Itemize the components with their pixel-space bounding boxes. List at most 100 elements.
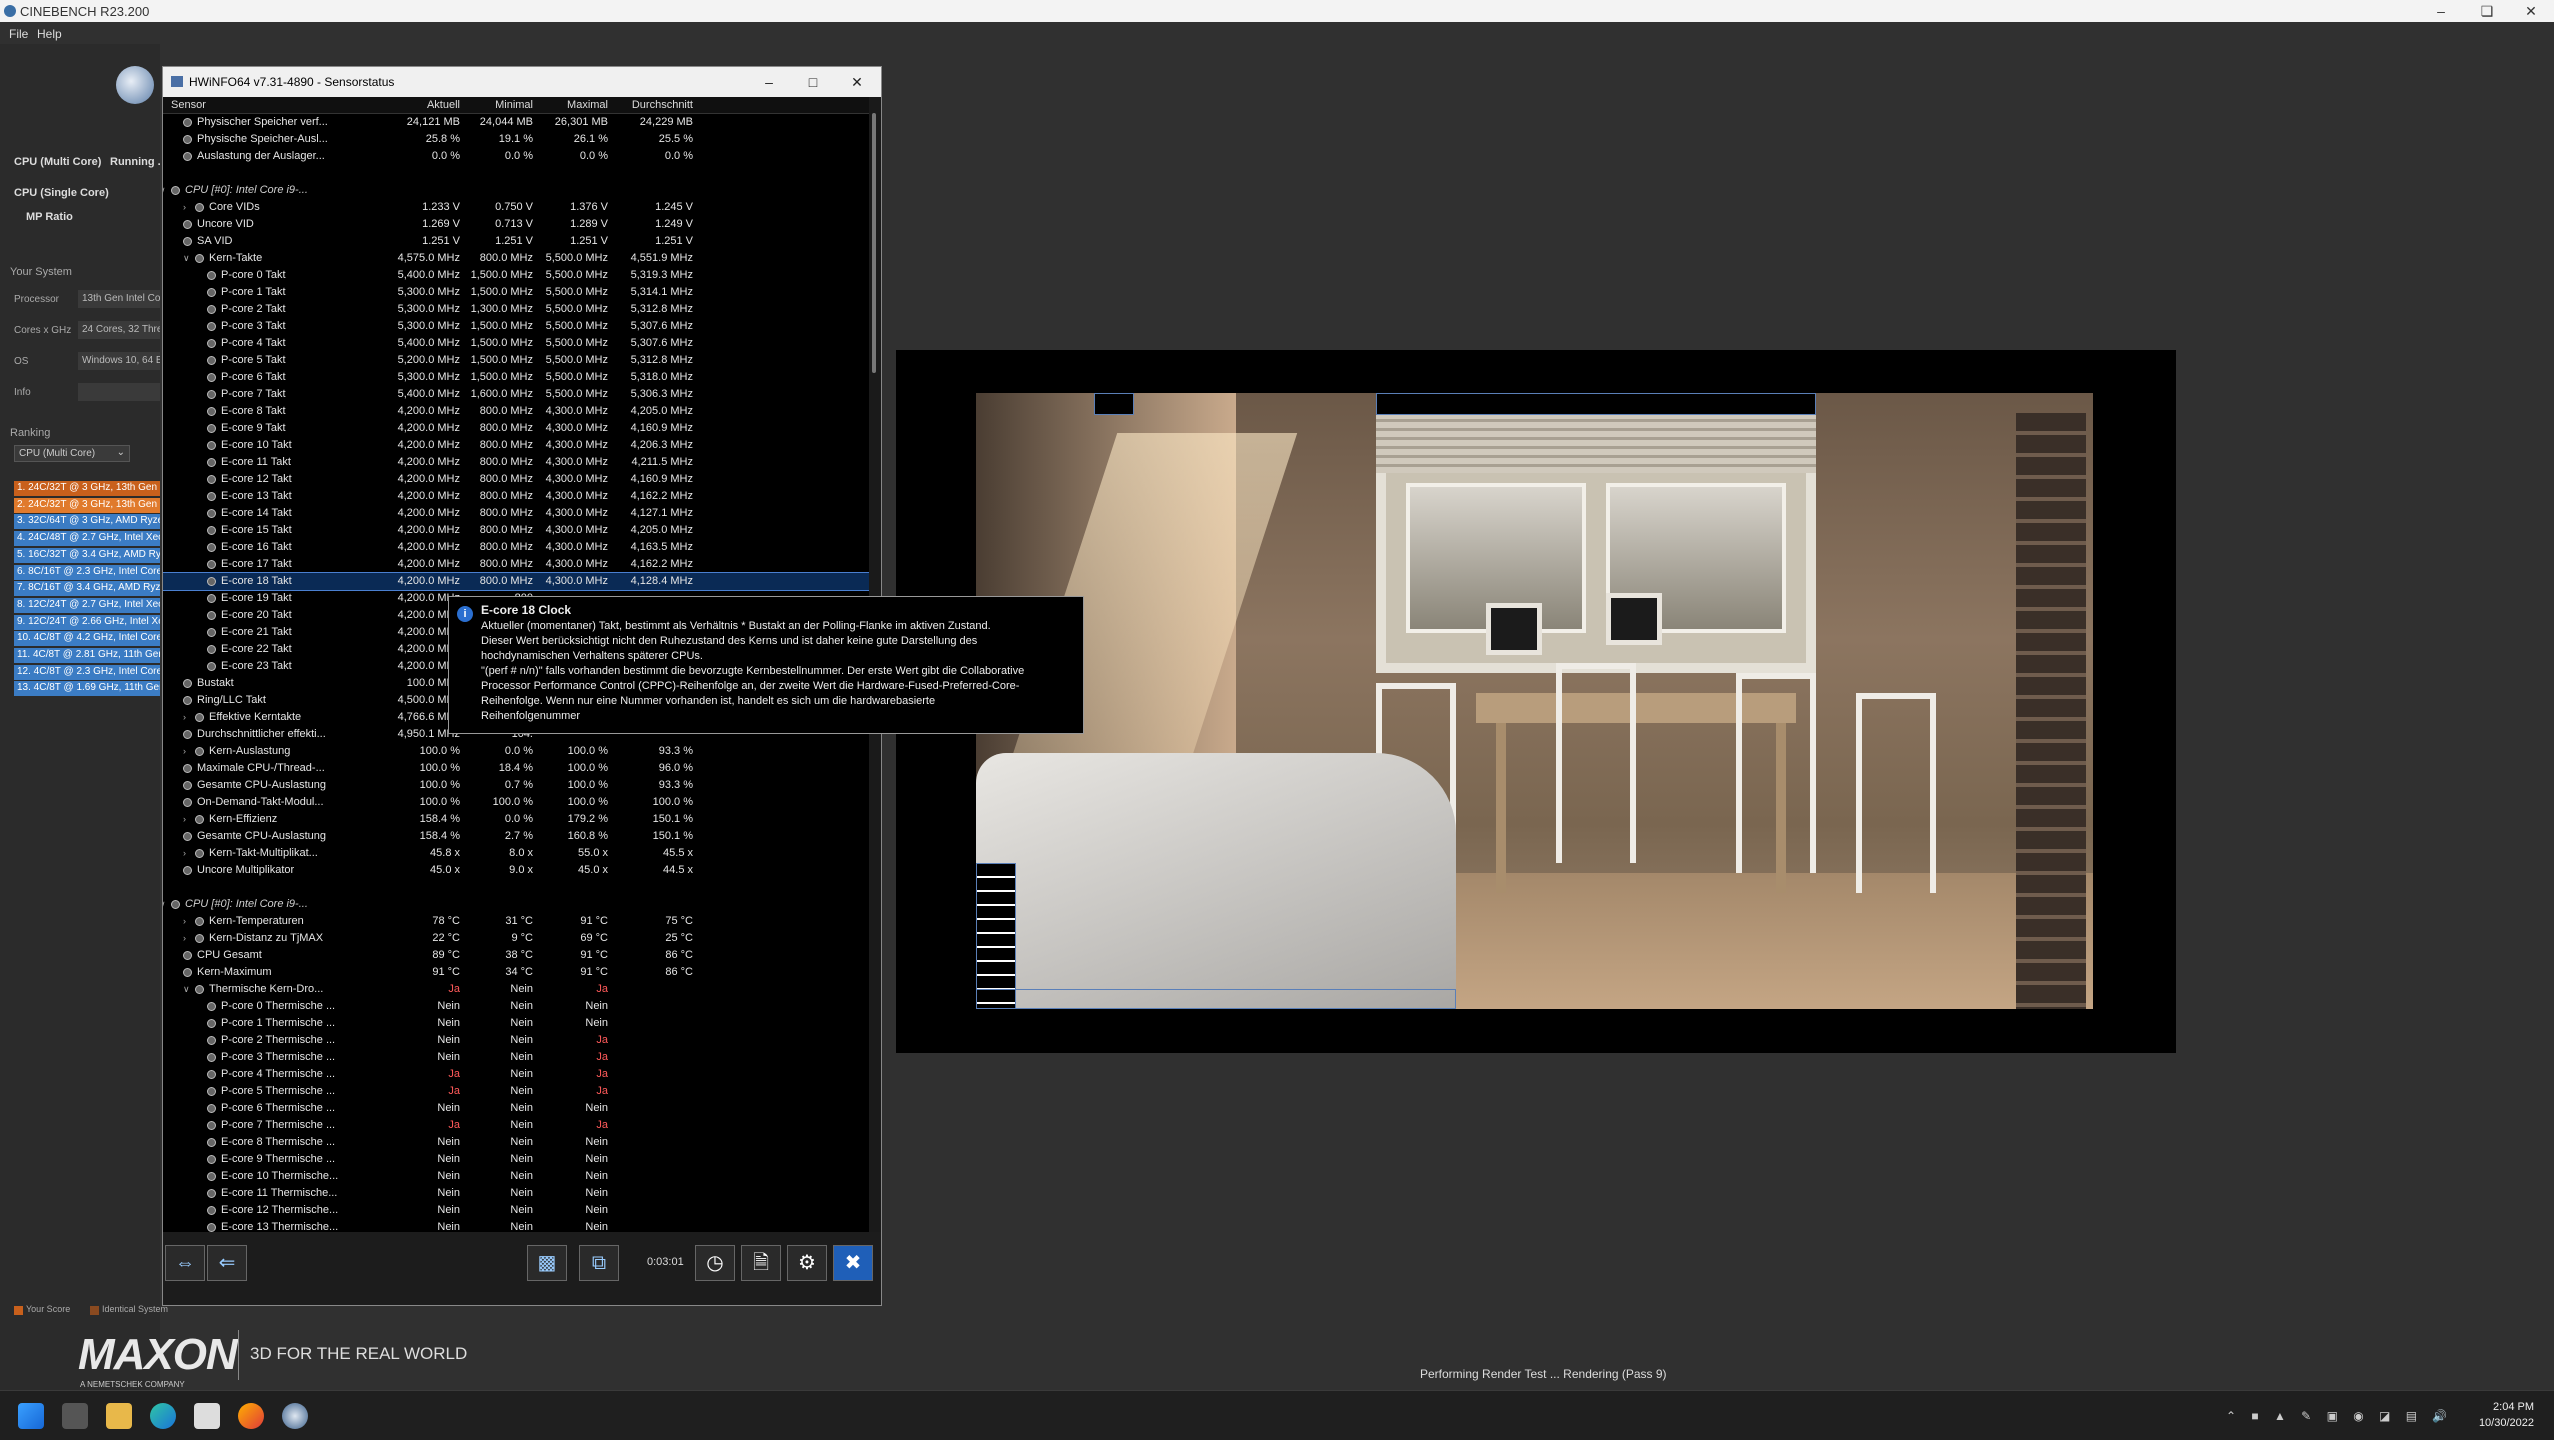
sensor-row[interactable]: SA VID 1.251 V 1.251 V 1.251 V 1.251 V [163, 233, 881, 250]
expand-chevron-icon[interactable]: › [183, 930, 186, 947]
report-icon[interactable]: 🗎 [741, 1245, 781, 1281]
sensor-row[interactable] [163, 879, 881, 896]
sensor-row[interactable]: P-core 6 Takt 5,300.0 MHz 1,500.0 MHz 5,500… [163, 369, 881, 386]
sensor-row[interactable]: E-core 12 Takt 4,200.0 MHz 800.0 MHz 4,300.… [163, 471, 881, 488]
minimize-button[interactable]: – [2418, 0, 2464, 22]
sensor-row[interactable]: E-core 9 Takt 4,200.0 MHz 800.0 MHz 4,300.0… [163, 420, 881, 437]
firefox-icon[interactable] [238, 1403, 264, 1429]
sensor-group-row[interactable]: ∨ CPU [#0]: Intel Core i9-... [163, 896, 881, 913]
hwinfo-close-button[interactable]: ✕ [837, 71, 877, 93]
sensor-row[interactable]: P-core 3 Takt 5,300.0 MHz 1,500.0 MHz 5,500… [163, 318, 881, 335]
sensor-row[interactable]: E-core 10 Takt 4,200.0 MHz 800.0 MHz 4,300.… [163, 437, 881, 454]
sensor-row[interactable]: › Kern-Effizienz 158.4 % 0.0 % 179.2 % 150.1 … [163, 811, 881, 828]
sensor-row[interactable]: P-core 1 Takt 5,300.0 MHz 1,500.0 MHz 5,500… [163, 284, 881, 301]
sensor-row[interactable]: P-core 5 Thermische ... Ja Nein Ja [163, 1083, 881, 1100]
expand-chevron-icon[interactable]: ∨ [183, 981, 190, 998]
sensor-row[interactable]: › Kern-Auslastung 100.0 % 0.0 % 100.0 % 93.3 … [163, 743, 881, 760]
sensor-row[interactable]: Auslastung der Auslager... 0.0 % 0.0 % 0.0 … [163, 148, 881, 165]
sensor-row[interactable]: Uncore VID 1.269 V 0.713 V 1.289 V 1.249 V [163, 216, 881, 233]
ranking-item[interactable]: 13. 4C/8T @ 1.69 GHz, 11th Gen [14, 681, 160, 697]
ranking-item[interactable]: 6. 8C/16T @ 2.3 GHz, Intel Core [14, 564, 160, 580]
clock-icon[interactable]: ◷ [695, 1245, 735, 1281]
expand-arrows-icon[interactable]: ⇔ [165, 1245, 205, 1281]
task-view-icon[interactable] [62, 1403, 88, 1429]
ranking-item[interactable]: 8. 12C/24T @ 2.7 GHz, Intel Xeon [14, 597, 160, 613]
file-explorer-icon[interactable] [106, 1403, 132, 1429]
sensor-row[interactable]: Kern-Maximum 91 °C 34 °C 91 °C 86 °C [163, 964, 881, 981]
sensor-row[interactable]: E-core 12 Thermische... Nein Nein Nein [163, 1202, 881, 1219]
sensor-row[interactable]: Physischer Speicher verf... 24,121 MB 24,0… [163, 114, 881, 131]
sensor-row[interactable]: › Kern-Temperaturen 78 °C 31 °C 91 °C 75 °C [163, 913, 881, 930]
sensor-row[interactable]: P-core 6 Thermische ... Nein Nein Nein [163, 1100, 881, 1117]
sensor-row[interactable]: E-core 11 Thermische... Nein Nein Nein [163, 1185, 881, 1202]
ranking-item[interactable]: 11. 4C/8T @ 2.81 GHz, 11th Gen [14, 648, 160, 663]
sensor-row[interactable]: ∨ Thermische Kern-Dro... Ja Nein Ja [163, 981, 881, 998]
expand-chevron-icon[interactable]: › [183, 811, 186, 828]
sensor-row[interactable]: Maximale CPU-/Thread-... 100.0 % 18.4 % 100… [163, 760, 881, 777]
sensor-row[interactable]: ∨ Kern-Takte 4,575.0 MHz 800.0 MHz 5,500.0 M… [163, 250, 881, 267]
edge-browser-icon[interactable] [150, 1403, 176, 1429]
store-icon[interactable] [194, 1403, 220, 1429]
network-icon[interactable]: ▩ [527, 1245, 567, 1281]
sensor-row[interactable]: E-core 9 Thermische ... Nein Nein Nein [163, 1151, 881, 1168]
sensor-row[interactable]: › Core VIDs 1.233 V 0.750 V 1.376 V 1.245 V [163, 199, 881, 216]
menu-help[interactable]: Help [37, 27, 62, 41]
sensor-row[interactable]: E-core 8 Takt 4,200.0 MHz 800.0 MHz 4,300.0… [163, 403, 881, 420]
col-sensor[interactable]: Sensor [171, 99, 206, 111]
sensor-row[interactable]: › Kern-Takt-Multiplikat... 45.8 x 8.0 x 55.0… [163, 845, 881, 862]
sensor-row[interactable]: E-core 8 Thermische ... Nein Nein Nein [163, 1134, 881, 1151]
sensor-row[interactable]: P-core 7 Thermische ... Ja Nein Ja [163, 1117, 881, 1134]
expand-chevron-icon[interactable]: › [183, 199, 186, 216]
cinebench-taskbar-icon[interactable] [282, 1403, 308, 1429]
ranking-item[interactable]: 12. 4C/8T @ 2.3 GHz, Intel Core [14, 664, 160, 680]
close-button[interactable]: ✕ [2508, 0, 2554, 22]
ranking-item[interactable]: 9. 12C/24T @ 2.66 GHz, Intel Xeon [14, 614, 160, 630]
taskbar-clock[interactable]: 2:04 PM 10/30/2022 [2470, 1399, 2534, 1431]
expand-chevron-icon[interactable]: › [183, 743, 186, 760]
sensor-row[interactable]: Physische Speicher-Ausl... 25.8 % 19.1 % 26… [163, 131, 881, 148]
sensor-row[interactable]: E-core 14 Takt 4,200.0 MHz 800.0 MHz 4,300.… [163, 505, 881, 522]
system-tray-icons[interactable]: ⌃ ■ ▲ ✎ ▣ ◉ ◪ ▤ 🔊 [2226, 1409, 2453, 1423]
collapse-arrows-icon[interactable]: ⇐ [207, 1245, 247, 1281]
maximize-button[interactable]: ❏ [2464, 0, 2510, 22]
exit-x-icon[interactable]: ✖ [833, 1245, 873, 1281]
expand-chevron-icon[interactable]: ∨ [163, 182, 166, 199]
ranking-item[interactable]: 5. 16C/32T @ 3.4 GHz, AMD Ryzen [14, 547, 160, 563]
start-windows-icon[interactable] [18, 1403, 44, 1429]
sensor-row[interactable]: E-core 13 Thermische... Nein Nein Nein [163, 1219, 881, 1232]
expand-chevron-icon[interactable]: › [183, 913, 186, 930]
ranking-item[interactable]: 7. 8C/16T @ 3.4 GHz, AMD Ryzen [14, 581, 160, 597]
info-field[interactable] [78, 383, 160, 401]
sensor-row[interactable]: E-core 17 Takt 4,200.0 MHz 800.0 MHz 4,300.… [163, 556, 881, 573]
ranking-item[interactable]: 4. 24C/48T @ 2.7 GHz, Intel Xeon [14, 531, 160, 547]
expand-chevron-icon[interactable]: ∨ [163, 896, 166, 913]
sensor-row[interactable]: CPU Gesamt 89 °C 38 °C 91 °C 86 °C [163, 947, 881, 964]
sensor-row[interactable]: Uncore Multiplikator 45.0 x 9.0 x 45.0 x 44.… [163, 862, 881, 879]
sensor-row[interactable]: E-core 11 Takt 4,200.0 MHz 800.0 MHz 4,300.… [163, 454, 881, 471]
sensor-row[interactable]: E-core 15 Takt 4,200.0 MHz 800.0 MHz 4,300.… [163, 522, 881, 539]
sensor-row[interactable]: P-core 3 Thermische ... Nein Nein Ja [163, 1049, 881, 1066]
monitor-swap-icon[interactable]: ⧉ [579, 1245, 619, 1281]
sensor-row[interactable]: › Kern-Distanz zu TjMAX 22 °C 9 °C 69 °C 25 °… [163, 930, 881, 947]
hwinfo-maximize-button[interactable]: □ [793, 71, 833, 93]
scrollbar-thumb[interactable] [872, 113, 876, 373]
sensor-row[interactable]: P-core 7 Takt 5,400.0 MHz 1,600.0 MHz 5,500… [163, 386, 881, 403]
sensor-row[interactable]: P-core 1 Thermische ... Nein Nein Nein [163, 1015, 881, 1032]
ranking-item[interactable]: 3. 32C/64T @ 3 GHz, AMD Ryzen [14, 514, 160, 530]
sensor-row[interactable]: P-core 2 Thermische ... Nein Nein Ja [163, 1032, 881, 1049]
sensor-row[interactable]: P-core 4 Thermische ... Ja Nein Ja [163, 1066, 881, 1083]
expand-chevron-icon[interactable]: ∨ [183, 250, 190, 267]
sensor-row[interactable]: E-core 16 Takt 4,200.0 MHz 800.0 MHz 4,300.… [163, 539, 881, 556]
test-cpu-single[interactable]: CPU (Single Core) [14, 187, 109, 199]
expand-chevron-icon[interactable]: › [183, 845, 186, 862]
sensor-row[interactable]: Gesamte CPU-Auslastung 100.0 % 0.7 % 100.0 … [163, 777, 881, 794]
sensor-row[interactable]: P-core 0 Takt 5,400.0 MHz 1,500.0 MHz 5,500… [163, 267, 881, 284]
sensor-row[interactable]: Gesamte CPU-Auslastung 158.4 % 2.7 % 160.8 … [163, 828, 881, 845]
ranking-dropdown[interactable]: CPU (Multi Core) ⌄ [14, 445, 130, 462]
ranking-item[interactable]: 2. 24C/32T @ 3 GHz, 13th Gen Intel [14, 497, 160, 513]
sensor-row[interactable] [163, 165, 881, 182]
sensor-row[interactable]: E-core 10 Thermische... Nein Nein Nein [163, 1168, 881, 1185]
sensor-group-row[interactable]: ∨ CPU [#0]: Intel Core i9-... [163, 182, 881, 199]
expand-chevron-icon[interactable]: › [183, 709, 186, 726]
sensor-row[interactable]: P-core 5 Takt 5,200.0 MHz 1,500.0 MHz 5,500… [163, 352, 881, 369]
